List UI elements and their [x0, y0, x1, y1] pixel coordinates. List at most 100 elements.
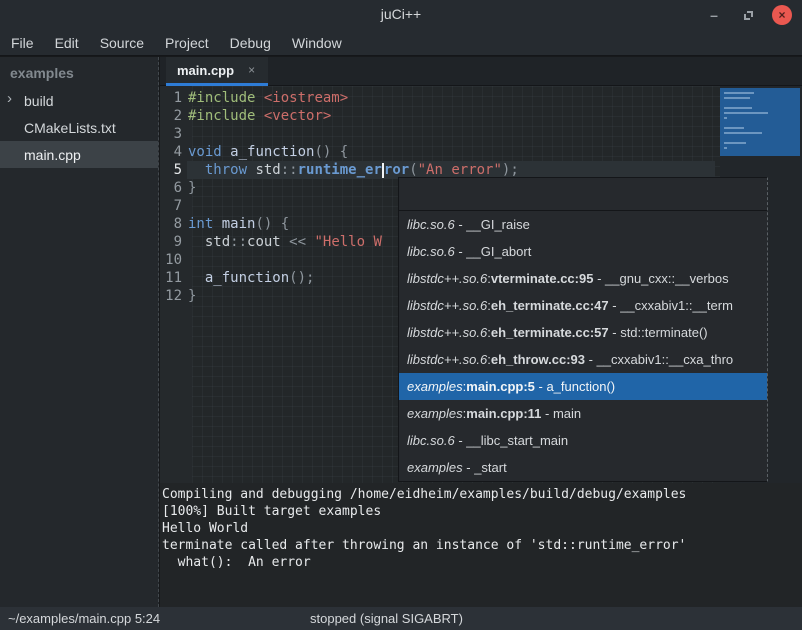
frame-separator: -: [455, 433, 467, 448]
token: std: [188, 234, 230, 250]
status-file-location: ~/examples/main.cpp 5:24: [8, 611, 160, 626]
backtrace-item-7[interactable]: examples:main.cpp:11 - main: [399, 400, 767, 427]
token: void: [188, 144, 222, 160]
frame-function: __libc_start_main: [466, 433, 568, 448]
frame-separator: -: [455, 244, 467, 259]
titlebar[interactable]: juCi++ – ×: [0, 0, 802, 30]
restore-button[interactable]: [738, 5, 758, 25]
line-number: 12: [160, 287, 187, 305]
tab-label: main.cpp: [166, 63, 234, 78]
menu-item-window[interactable]: Window: [284, 32, 350, 54]
code-text: #include <iostream>: [187, 89, 348, 107]
backtrace-item-9[interactable]: examples - _start: [399, 454, 767, 481]
menu-item-edit[interactable]: Edit: [47, 32, 87, 54]
backtrace-item-1[interactable]: libc.so.6 - __GI_abort: [399, 238, 767, 265]
minimize-button[interactable]: –: [704, 5, 724, 25]
menu-item-file[interactable]: File: [3, 32, 42, 54]
line-number: 9: [160, 233, 187, 251]
frame-function: _start: [474, 460, 507, 475]
backtrace-item-0[interactable]: libc.so.6 - __GI_raise: [399, 211, 767, 238]
restore-icon: [744, 11, 753, 20]
frame-separator: -: [609, 298, 621, 313]
frame-function: a_function(): [546, 379, 615, 394]
backtrace-item-3[interactable]: libstdc++.so.6:eh_terminate.cc:47 - __cx…: [399, 292, 767, 319]
menu-item-project[interactable]: Project: [157, 32, 217, 54]
code-text: a_function();: [187, 269, 314, 287]
terminal-line: Hello World: [162, 520, 802, 537]
code-text: [187, 125, 188, 143]
overview-map[interactable]: [720, 88, 800, 156]
backtrace-item-5[interactable]: libstdc++.so.6:eh_throw.cc:93 - __cxxabi…: [399, 346, 767, 373]
terminal-output[interactable]: Compiling and debugging /home/eidheim/ex…: [160, 483, 802, 607]
statusbar: ~/examples/main.cpp 5:24 stopped (signal…: [0, 607, 802, 630]
token: () {: [314, 144, 348, 160]
tab-main-cpp[interactable]: main.cpp ×: [166, 57, 268, 86]
minimap-line: [724, 147, 727, 149]
frame-function: __cxxabiv1::__term: [620, 298, 733, 313]
minimap-line: [724, 102, 800, 104]
token: ::: [281, 162, 298, 178]
token: cout: [247, 234, 289, 250]
tabbar: main.cpp ×: [160, 57, 802, 86]
tree-item-label: CMakeLists.txt: [24, 120, 116, 136]
backtrace-item-2[interactable]: libstdc++.so.6:vterminate.cc:95 - __gnu_…: [399, 265, 767, 292]
terminal-line: Compiling and debugging /home/eidheim/ex…: [162, 486, 802, 503]
frame-location: eh_throw.cc:93: [491, 352, 585, 367]
tree-item-label: main.cpp: [24, 147, 81, 163]
frame-function: __GI_abort: [466, 244, 531, 259]
line-number: 8: [160, 215, 187, 233]
expander-chevron-icon[interactable]: ›: [7, 90, 12, 107]
token: runtime_er: [298, 162, 382, 178]
sidebar-item-build[interactable]: › build: [0, 87, 158, 114]
frame-location: main.cpp:11: [466, 406, 541, 421]
token: <iostream>: [264, 90, 348, 106]
frame-separator: -: [463, 460, 475, 475]
minimap-line: [724, 97, 750, 99]
frame-separator: -: [541, 406, 553, 421]
status-debug-state: stopped (signal SIGABRT): [310, 611, 463, 626]
menu-item-source[interactable]: Source: [92, 32, 152, 54]
frame-separator: -: [535, 379, 547, 394]
token: main: [222, 216, 256, 232]
code-text: void a_function() {: [187, 143, 348, 161]
token: #include: [188, 90, 255, 106]
backtrace-item-8[interactable]: libc.so.6 - __libc_start_main: [399, 427, 767, 454]
token: [255, 90, 263, 106]
code-text: [187, 251, 188, 269]
minimap-line: [724, 142, 746, 144]
minimap-line: [724, 127, 744, 129]
menu-item-debug[interactable]: Debug: [222, 32, 279, 54]
frame-function: main: [553, 406, 581, 421]
terminal-line: what(): An error: [162, 554, 802, 571]
terminal-line: [100%] Built target examples: [162, 503, 802, 520]
token: }: [188, 288, 196, 304]
frame-library: examples: [407, 460, 463, 475]
code-line-3[interactable]: 3: [160, 125, 720, 143]
frame-library: libc.so.6: [407, 217, 455, 232]
code-line-1[interactable]: 1#include <iostream>: [160, 89, 720, 107]
backtrace-search-entry[interactable]: [399, 178, 767, 211]
token: a_function: [230, 144, 314, 160]
sidebar-item-main-cpp[interactable]: main.cpp: [0, 141, 158, 168]
tree-item-label: build: [24, 93, 54, 109]
backtrace-item-4[interactable]: libstdc++.so.6:eh_terminate.cc:57 - std:…: [399, 319, 767, 346]
line-number: 1: [160, 89, 187, 107]
backtrace-item-6[interactable]: examples:main.cpp:5 - a_function(): [399, 373, 767, 400]
line-number: 7: [160, 197, 187, 215]
frame-function: __GI_raise: [466, 217, 530, 232]
line-number: 5: [160, 161, 187, 179]
line-number: 10: [160, 251, 187, 269]
code-text: }: [187, 179, 196, 197]
token: ::: [230, 234, 247, 250]
line-number: 4: [160, 143, 187, 161]
token: [188, 270, 205, 286]
code-line-2[interactable]: 2#include <vector>: [160, 107, 720, 125]
project-name: examples: [0, 57, 158, 87]
close-button[interactable]: ×: [772, 5, 792, 25]
sidebar-item-cmakelists-txt[interactable]: CMakeLists.txt: [0, 114, 158, 141]
token: [213, 216, 221, 232]
token: );: [502, 162, 519, 178]
token: () {: [255, 216, 289, 232]
tab-close-icon[interactable]: ×: [248, 63, 255, 77]
code-line-4[interactable]: 4void a_function() {: [160, 143, 720, 161]
